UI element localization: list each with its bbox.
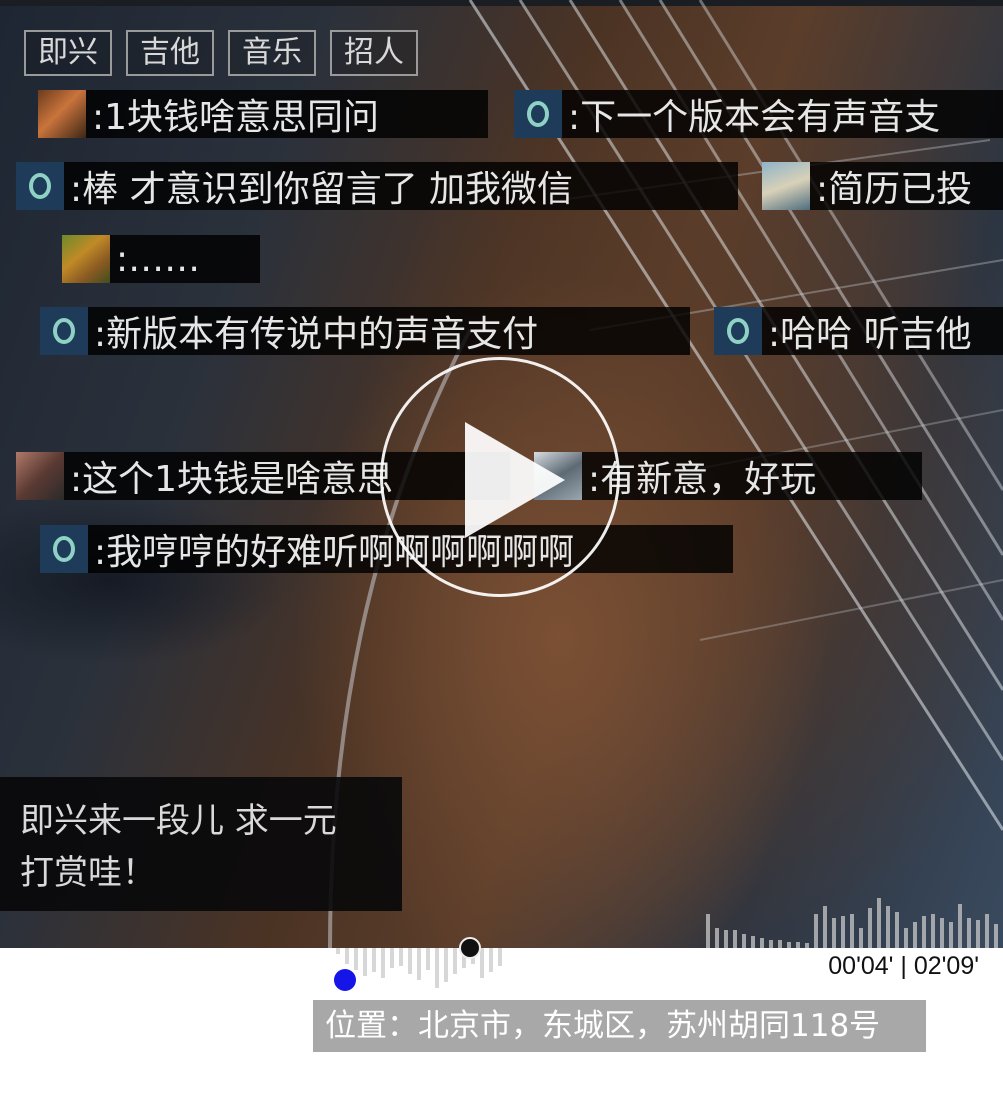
danmaku-comment: :新版本有传说中的声音支付 xyxy=(40,307,690,355)
waveform-bar xyxy=(426,948,430,970)
waveform-bar xyxy=(985,914,989,948)
waveform-bar xyxy=(363,948,367,976)
waveform-bar xyxy=(715,928,719,948)
tag-hiring[interactable]: 招人 xyxy=(330,30,418,76)
waveform-bar xyxy=(444,948,448,982)
default-avatar-icon[interactable] xyxy=(40,525,88,573)
danmaku-text: :下一个版本会有声音支 xyxy=(568,97,941,138)
waveform-bar xyxy=(805,943,809,948)
danmaku-text: :简历已投 xyxy=(816,169,973,210)
danmaku-text: :哈哈 听吉他 xyxy=(768,314,972,355)
waveform-bar xyxy=(922,916,926,948)
waveform-bar xyxy=(895,912,899,948)
user-avatar[interactable] xyxy=(16,452,64,500)
waveform-bar xyxy=(498,948,502,966)
waveform-bar xyxy=(814,914,818,948)
waveform-bar xyxy=(958,904,962,948)
waveform-bar xyxy=(949,922,953,948)
default-avatar-icon[interactable] xyxy=(514,90,562,138)
waveform-bar xyxy=(787,942,791,948)
play-icon xyxy=(465,422,565,538)
waveform-bar xyxy=(706,914,710,948)
waveform-bar xyxy=(336,948,340,954)
danmaku-comment: :哈哈 听吉他 xyxy=(714,307,1003,355)
waveform-bar xyxy=(760,938,764,948)
audio-waveform[interactable] xyxy=(330,890,1003,1002)
waveform-bar xyxy=(859,928,863,948)
waveform-bar xyxy=(886,906,890,948)
waveform-bar xyxy=(976,920,980,948)
waveform-bar xyxy=(489,948,493,972)
waveform-bar xyxy=(742,934,746,948)
waveform-bar xyxy=(733,930,737,948)
caption-line: 即兴来一段儿 求一元 xyxy=(20,801,337,841)
waveform-bar xyxy=(778,940,782,948)
waveform-bar xyxy=(931,914,935,948)
waveform-bar xyxy=(823,906,827,948)
waveform-bar xyxy=(967,918,971,948)
danmaku-comment: :我哼哼的好难听啊啊啊啊啊啊 xyxy=(40,525,733,573)
play-button[interactable] xyxy=(380,357,620,597)
video-player[interactable]: 即兴 吉他 音乐 招人 :1块钱啥意思同问 :下一个版本会有声音支 :棒 才意识… xyxy=(0,0,1003,948)
danmaku-comment: :1块钱啥意思同问 xyxy=(38,90,488,138)
waveform-bar xyxy=(724,930,728,948)
default-avatar-icon[interactable] xyxy=(16,162,64,210)
playback-time: 00'04' | 02'09' xyxy=(828,952,979,980)
danmaku-text: :…… xyxy=(116,238,201,280)
danmaku-comment: :简历已投 xyxy=(762,162,1003,210)
waveform-bar xyxy=(390,948,394,968)
danmaku-text: :这个1块钱是啥意思 xyxy=(70,459,394,500)
playhead-handle[interactable] xyxy=(459,937,481,959)
waveform-bar xyxy=(940,918,944,948)
user-avatar[interactable] xyxy=(38,90,86,138)
location-label[interactable]: 位置：北京市，东城区，苏州胡同118号 xyxy=(313,1000,926,1052)
waveform-bar xyxy=(354,948,358,970)
waveform-bar xyxy=(408,948,412,974)
tag-improv[interactable]: 即兴 xyxy=(24,30,112,76)
danmaku-comment: :…… xyxy=(62,235,260,283)
tag-guitar[interactable]: 吉他 xyxy=(126,30,214,76)
danmaku-text: :棒 才意识到你留言了 加我微信 xyxy=(70,169,574,210)
waveform-bar xyxy=(372,948,376,972)
waveform-bar xyxy=(417,948,421,980)
waveform-bar xyxy=(994,924,998,948)
waveform-bar xyxy=(751,936,755,948)
caption-line: 打赏哇！ xyxy=(20,853,156,893)
tag-music[interactable]: 音乐 xyxy=(228,30,316,76)
danmaku-text: :新版本有传说中的声音支付 xyxy=(94,314,539,355)
waveform-bar xyxy=(868,908,872,948)
danmaku-text: :1块钱啥意思同问 xyxy=(92,97,380,138)
waveform-bar xyxy=(877,898,881,948)
waveform-bar xyxy=(381,948,385,978)
progress-marker[interactable] xyxy=(334,969,356,991)
tag-list: 即兴 吉他 音乐 招人 xyxy=(24,30,418,76)
waveform-bar xyxy=(399,948,403,966)
waveform-bar xyxy=(769,940,773,948)
user-avatar[interactable] xyxy=(62,235,110,283)
waveform-bar xyxy=(832,918,836,948)
waveform-bar xyxy=(904,928,908,948)
user-avatar[interactable] xyxy=(762,162,810,210)
waveform-bar xyxy=(913,922,917,948)
danmaku-comment: :下一个版本会有声音支 xyxy=(514,90,1003,138)
waveform-bar xyxy=(796,942,800,948)
default-avatar-icon[interactable] xyxy=(714,307,762,355)
waveform-bar xyxy=(453,948,457,974)
waveform-bar xyxy=(850,914,854,948)
waveform-bar xyxy=(841,916,845,948)
waveform-bar xyxy=(435,948,439,988)
waveform-bar xyxy=(480,948,484,978)
danmaku-comment: :棒 才意识到你留言了 加我微信 xyxy=(16,162,738,210)
waveform-bar xyxy=(345,948,349,964)
default-avatar-icon[interactable] xyxy=(40,307,88,355)
